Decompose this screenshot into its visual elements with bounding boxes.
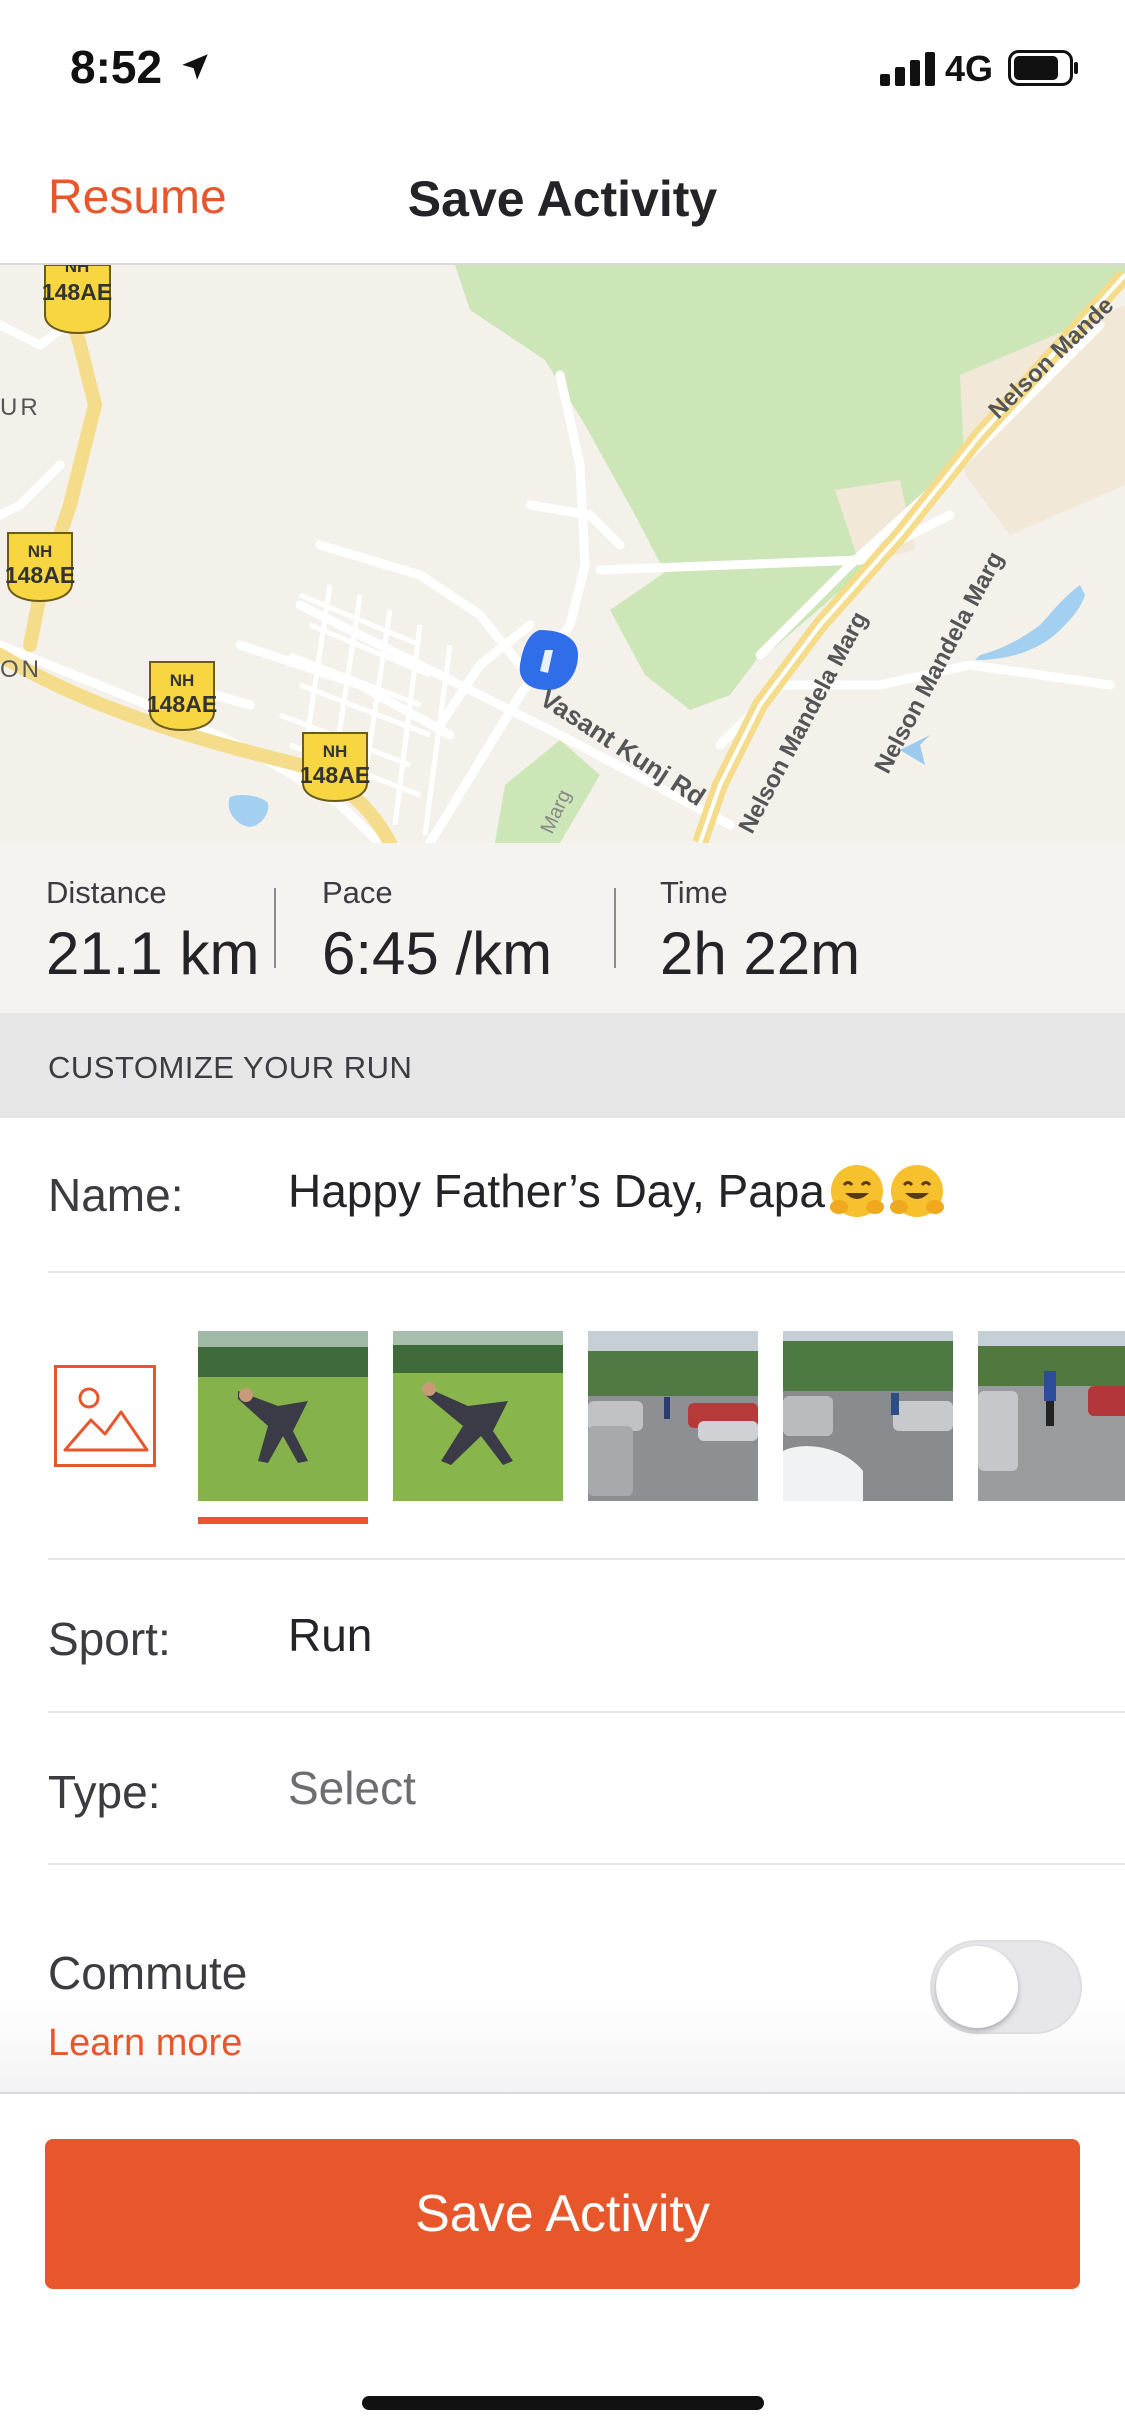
photo-thumbnail[interactable] — [978, 1331, 1125, 1501]
divider — [0, 2092, 1125, 2094]
photo-thumbnail[interactable] — [588, 1331, 758, 1501]
section-title: CUSTOMIZE YOUR RUN — [48, 1050, 413, 1085]
stat-pace: Pace 6:45 /km — [322, 875, 552, 988]
hugging-face-emoji-icon — [889, 1164, 944, 1217]
type-select[interactable]: Select — [288, 1761, 416, 1815]
photo-thumbnail[interactable] — [393, 1331, 563, 1501]
type-row[interactable]: Type: Select — [48, 1713, 1125, 1865]
svg-text:148AE: 148AE — [42, 279, 112, 305]
activity-stats: Distance 21.1 km Pace 6:45 /km Time 2h 2… — [0, 843, 1125, 1013]
photo-image — [978, 1331, 1125, 1501]
customize-header: CUSTOMIZE YOUR RUN — [0, 1013, 1125, 1118]
home-indicator — [362, 2396, 764, 2410]
name-value: Happy Father’s Day, Papa — [288, 1165, 825, 1217]
photo-image — [783, 1331, 953, 1501]
stat-time: Time 2h 22m — [660, 875, 860, 988]
network-type: 4G — [945, 48, 994, 89]
svg-text:NH: NH — [28, 542, 53, 561]
stat-value: 2h 22m — [660, 920, 861, 987]
status-time: 8:52 — [70, 41, 163, 93]
image-icon — [63, 1387, 149, 1452]
highway-shield: NH 148AE — [300, 732, 370, 803]
photo-thumbnail[interactable] — [783, 1331, 953, 1501]
toggle-knob — [936, 1946, 1018, 2028]
highway-shield: NH 148AE — [42, 265, 112, 335]
stat-distance: Distance 21.1 km — [46, 875, 259, 988]
highway-shield: NH 148AE — [5, 532, 75, 603]
selected-photo-indicator — [198, 1517, 368, 1524]
page-title: Save Activity — [407, 171, 718, 227]
learn-more-link[interactable]: Learn more — [48, 2022, 242, 2065]
sport-label: Sport: — [48, 1613, 171, 1665]
save-activity-button[interactable]: Save Activity — [45, 2139, 1080, 2289]
highway-shield: NH 148AE — [147, 661, 217, 732]
map-area-label: ON — [0, 656, 42, 683]
name-row[interactable]: Name: Happy Father’s Day, Papa — [48, 1118, 1125, 1273]
route-map[interactable]: UR ON Vasant Kunj Rd Nelson Mandela Marg… — [0, 265, 1125, 843]
commute-label: Commute — [48, 1947, 248, 1999]
map-area-label: UR — [0, 394, 41, 421]
add-photo-button[interactable] — [54, 1365, 156, 1467]
svg-text:NH: NH — [323, 742, 348, 761]
nav-bar: Resume Save Activity — [0, 140, 1125, 265]
type-label: Type: — [48, 1766, 161, 1818]
sport-row[interactable]: Sport: Run — [48, 1560, 1125, 1713]
svg-text:148AE: 148AE — [147, 691, 217, 717]
sport-value[interactable]: Run — [288, 1608, 372, 1662]
stat-divider — [274, 888, 276, 968]
photo-image — [393, 1331, 563, 1501]
stat-label: Pace — [322, 875, 393, 910]
stat-value: 6:45 /km — [322, 920, 553, 987]
photo-image — [588, 1331, 758, 1501]
photo-thumbnail[interactable] — [198, 1331, 368, 1501]
signal-icon — [880, 52, 935, 86]
svg-text:148AE: 148AE — [5, 562, 75, 588]
photo-image — [198, 1331, 368, 1501]
svg-text:NH: NH — [170, 671, 195, 690]
stat-divider — [614, 888, 616, 968]
hugging-face-emoji-icon — [829, 1164, 884, 1217]
svg-text:NH: NH — [65, 265, 90, 276]
location-arrow-icon — [182, 54, 208, 80]
svg-text:148AE: 148AE — [300, 762, 370, 788]
commute-toggle[interactable] — [930, 1940, 1082, 2034]
stat-value: 21.1 km — [46, 920, 260, 987]
map-graphic: UR ON Vasant Kunj Rd Nelson Mandela Marg… — [0, 265, 1125, 843]
stat-label: Time — [660, 875, 728, 910]
name-label: Name: — [48, 1169, 184, 1221]
name-input[interactable]: Happy Father’s Day, Papa — [288, 1164, 945, 1223]
battery-icon — [1008, 50, 1078, 86]
status-bar: 8:52 4G — [0, 0, 1125, 140]
stat-label: Distance — [46, 875, 167, 910]
map-road-label: Nelson Mandela Marg — [869, 547, 1009, 778]
